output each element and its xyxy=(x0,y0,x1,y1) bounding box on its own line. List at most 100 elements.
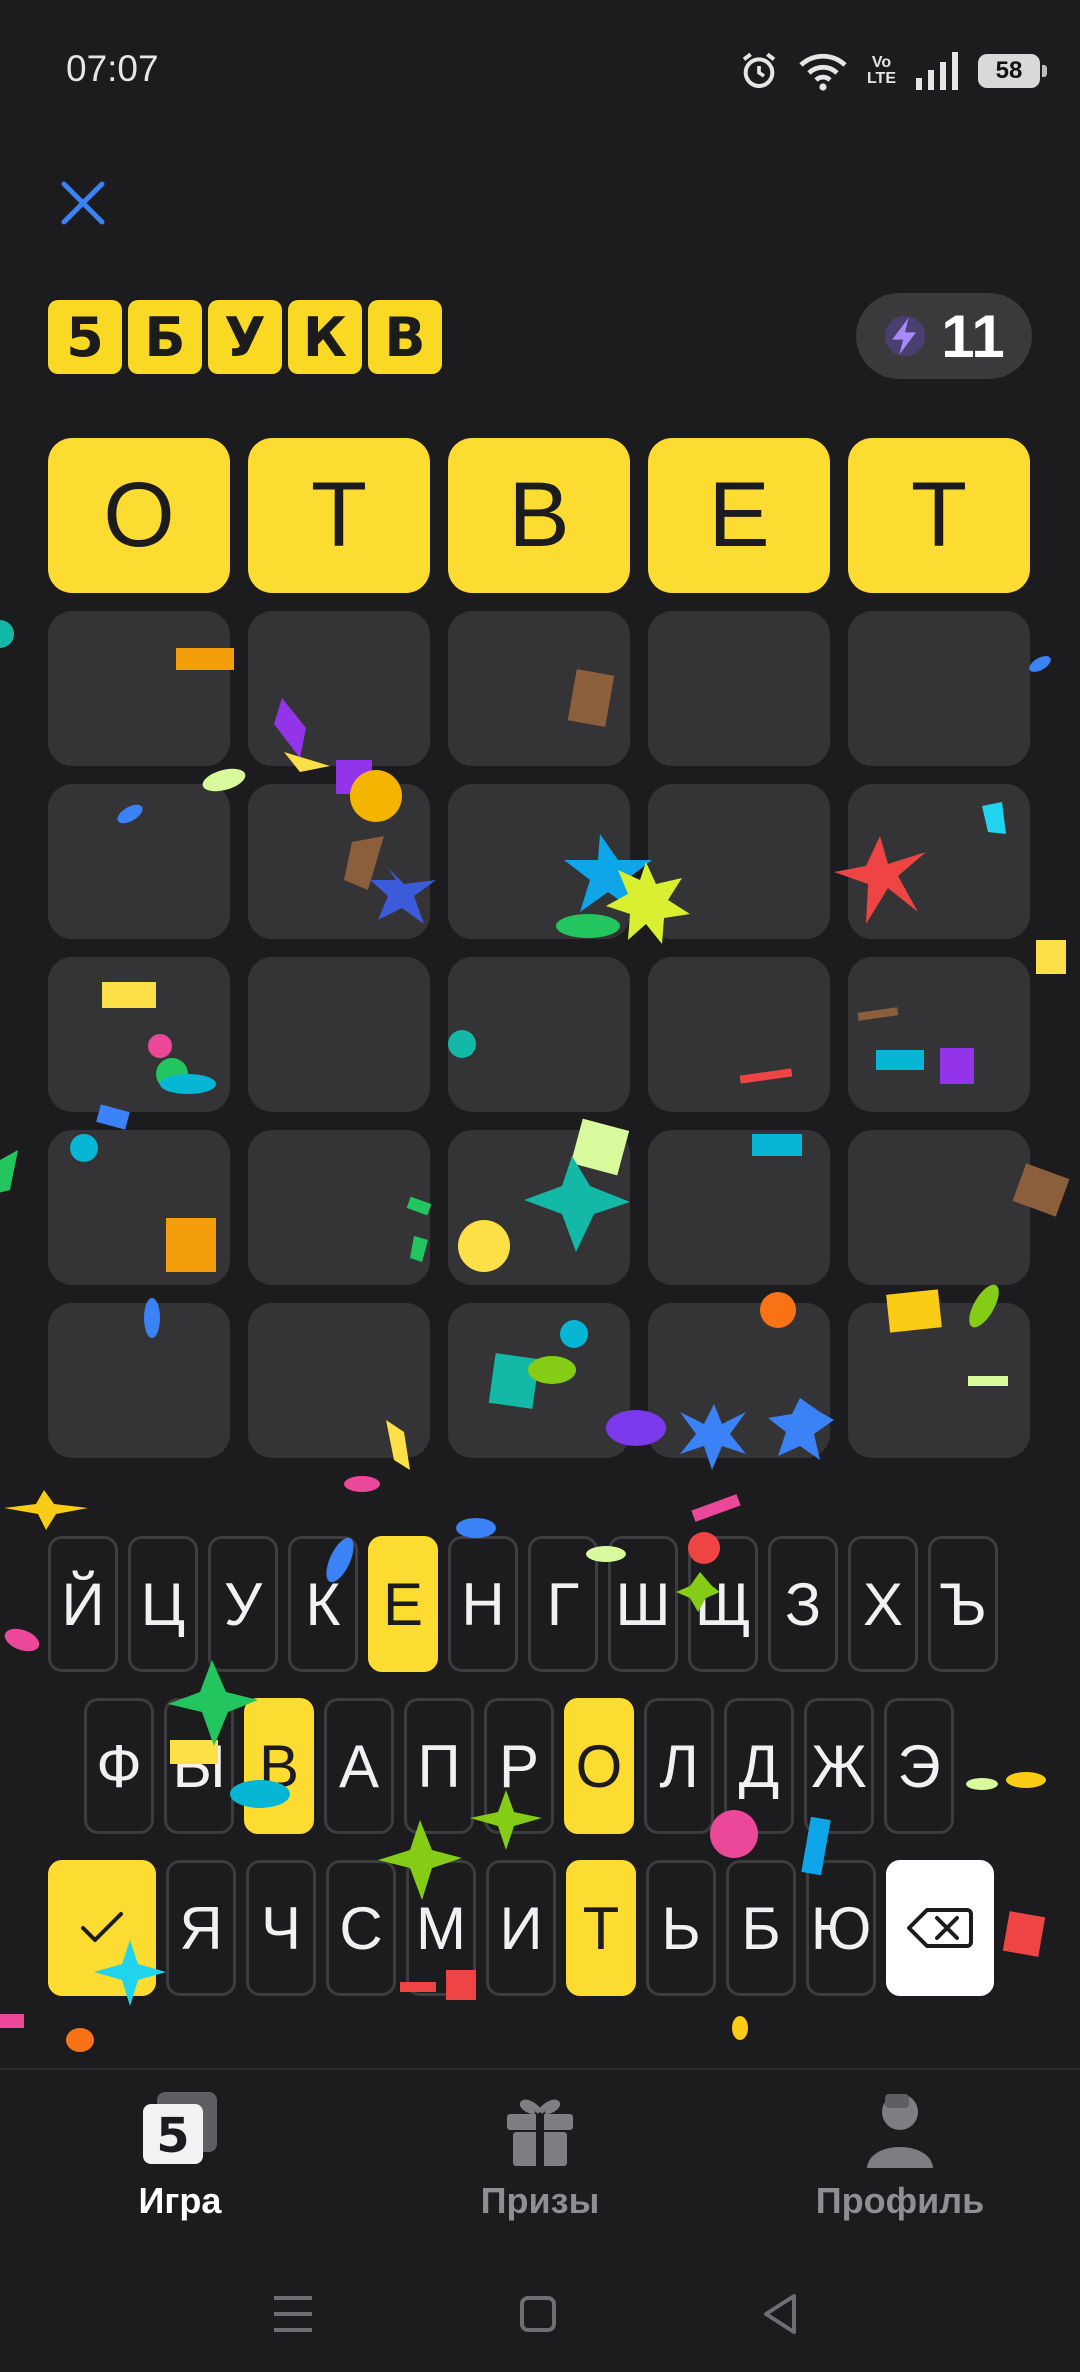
board-cell xyxy=(648,1130,830,1285)
backspace-icon xyxy=(907,1908,973,1948)
key-button[interactable]: Н xyxy=(448,1536,518,1672)
key-button[interactable]: Е xyxy=(368,1536,438,1672)
board-cell xyxy=(48,784,230,939)
board-cell xyxy=(648,611,830,766)
key-button[interactable]: М xyxy=(406,1860,476,1996)
battery-indicator: 58 xyxy=(978,54,1047,88)
key-button[interactable]: Ы xyxy=(164,1698,234,1834)
key-button[interactable]: В xyxy=(244,1698,314,1834)
key-button[interactable]: Х xyxy=(848,1536,918,1672)
logo-letter: Б xyxy=(128,300,202,374)
check-icon xyxy=(81,1912,123,1942)
nav-tab-profile[interactable]: Профиль xyxy=(780,2090,1020,2222)
board-cell xyxy=(48,957,230,1112)
board-cell xyxy=(648,957,830,1112)
key-button[interactable]: Щ xyxy=(688,1536,758,1672)
key-button[interactable]: Я xyxy=(166,1860,236,1996)
key-button[interactable]: К xyxy=(288,1536,358,1672)
key-button[interactable]: Ф xyxy=(84,1698,154,1834)
menu-icon[interactable] xyxy=(272,2294,314,2334)
key-button[interactable]: О xyxy=(564,1698,634,1834)
system-navigation-bar xyxy=(0,2258,1080,2372)
nav-tab-game[interactable]: 5 Игра xyxy=(60,2090,300,2222)
board-cell xyxy=(248,957,430,1112)
board-cell xyxy=(648,784,830,939)
bottom-navigation: 5 Игра Призы Профиль xyxy=(0,2068,1080,2260)
back-icon[interactable] xyxy=(760,2292,800,2336)
keyboard-row-1: ЙЦУКЕНГШЩЗХЪ xyxy=(48,1536,998,1672)
key-button[interactable]: Г xyxy=(528,1536,598,1672)
score-value: 11 xyxy=(941,302,1005,370)
svg-text:5: 5 xyxy=(156,2108,189,2164)
board-cell xyxy=(448,784,630,939)
lightning-icon xyxy=(885,315,926,357)
board-cell xyxy=(448,611,630,766)
board-cell xyxy=(48,1130,230,1285)
board-cell xyxy=(848,1130,1030,1285)
board-cell xyxy=(248,1303,430,1458)
wifi-icon xyxy=(799,53,847,91)
key-button[interactable]: Ц xyxy=(128,1536,198,1672)
board-cell xyxy=(248,611,430,766)
game-board: ОТВЕТ xyxy=(48,438,1032,1458)
key-button[interactable]: Ч xyxy=(246,1860,316,1996)
board-cell xyxy=(848,957,1030,1112)
key-button[interactable]: П xyxy=(404,1698,474,1834)
gift-icon xyxy=(507,2099,573,2166)
status-icons: Vo LTE 58 xyxy=(739,46,1047,96)
key-button[interactable]: Л xyxy=(644,1698,714,1834)
board-cell xyxy=(448,1130,630,1285)
alarm-icon xyxy=(742,52,776,88)
board-cell: О xyxy=(48,438,230,593)
board-cell xyxy=(648,1303,830,1458)
board-cell xyxy=(248,784,430,939)
board-cell xyxy=(248,1130,430,1285)
key-button[interactable]: Ь xyxy=(646,1860,716,1996)
key-button[interactable]: Э xyxy=(884,1698,954,1834)
energy-score[interactable]: 11 xyxy=(856,293,1032,379)
board-cell: Е xyxy=(648,438,830,593)
key-button[interactable]: Ю xyxy=(806,1860,876,1996)
logo-letter: К xyxy=(288,300,362,374)
delete-button[interactable] xyxy=(886,1860,994,1996)
nav-tab-prizes[interactable]: Призы xyxy=(420,2090,660,2222)
key-button[interactable]: Т xyxy=(566,1860,636,1996)
nav-tab-label: Призы xyxy=(480,2180,600,2221)
board-cell: В xyxy=(448,438,630,593)
keyboard-row-3: ЯЧСМИТЬБЮ xyxy=(48,1860,994,1996)
signal-icon xyxy=(916,52,958,90)
profile-icon xyxy=(867,2094,933,2168)
nav-tab-label: Игра xyxy=(138,2180,222,2221)
key-button[interactable]: С xyxy=(326,1860,396,1996)
board-cell xyxy=(848,611,1030,766)
submit-button[interactable] xyxy=(48,1860,156,1996)
key-button[interactable]: Ш xyxy=(608,1536,678,1672)
key-button[interactable]: Д xyxy=(724,1698,794,1834)
logo-letter: 5 xyxy=(48,300,122,374)
key-button[interactable]: У xyxy=(208,1536,278,1672)
key-button[interactable]: А xyxy=(324,1698,394,1834)
board-cell xyxy=(848,1303,1030,1458)
key-button[interactable]: Ж xyxy=(804,1698,874,1834)
board-cell: Т xyxy=(848,438,1030,593)
key-button[interactable]: И xyxy=(486,1860,556,1996)
app-logo: 5 Б У К В xyxy=(48,300,442,374)
logo-letter: У xyxy=(208,300,282,374)
game-logo-icon: 5 xyxy=(143,2092,217,2164)
close-icon[interactable] xyxy=(58,178,108,228)
board-cell xyxy=(448,1303,630,1458)
board-cell: Т xyxy=(248,438,430,593)
home-icon[interactable] xyxy=(518,2294,558,2334)
key-button[interactable]: Й xyxy=(48,1536,118,1672)
key-button[interactable]: З xyxy=(768,1536,838,1672)
keyboard-row-2: ФЫВАПРОЛДЖЭ xyxy=(84,1698,954,1834)
key-button[interactable]: Ъ xyxy=(928,1536,998,1672)
key-button[interactable]: Б xyxy=(726,1860,796,1996)
status-time: 07:07 xyxy=(66,48,159,89)
board-cell xyxy=(48,1303,230,1458)
board-cell xyxy=(848,784,1030,939)
logo-letter: В xyxy=(368,300,442,374)
board-cell xyxy=(48,611,230,766)
key-button[interactable]: Р xyxy=(484,1698,554,1834)
nav-tab-label: Профиль xyxy=(815,2180,985,2221)
